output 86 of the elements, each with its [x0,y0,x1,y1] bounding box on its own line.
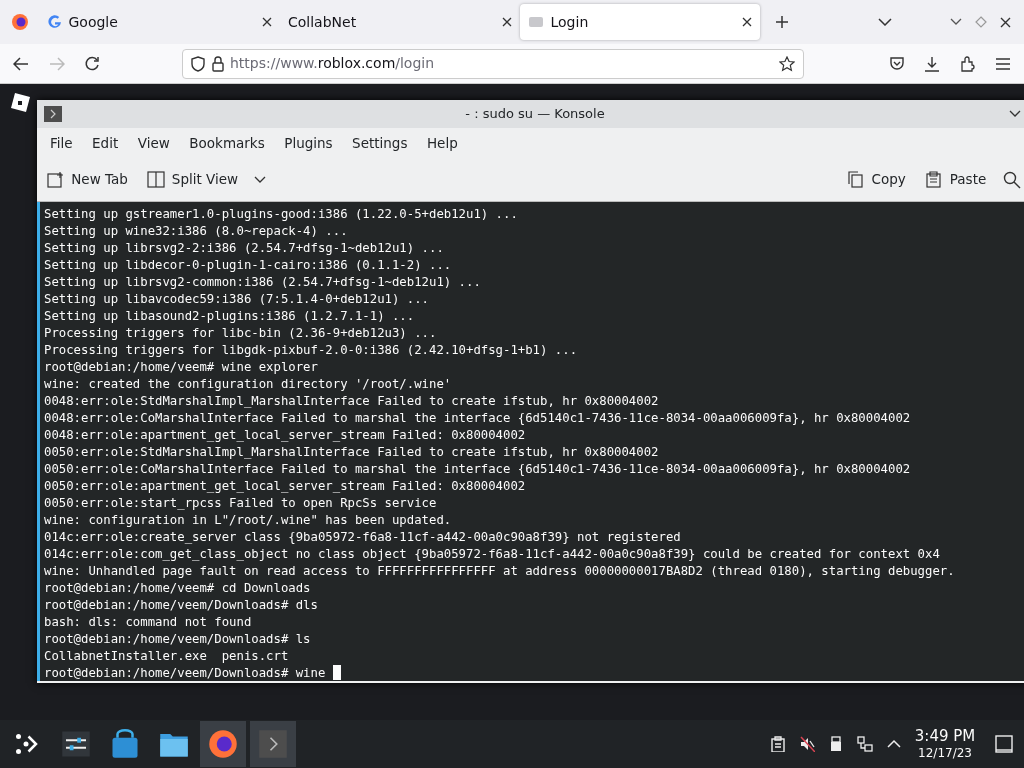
terminal-line: Setting up libdecor-0-plugin-1-cairo:i386 (0.1.1-2) ... [44,257,452,274]
terminal-line: wine: created the configuration directory '/root/.wine' [44,376,452,393]
terminal-line: root@debian:/home/veem# cd Downloads [44,580,311,597]
tab-list-icon[interactable] [877,18,892,26]
menu-item[interactable]: Settings [345,132,414,154]
terminal-line: Setting up gstreamer1.0-plugins-good:i386 (1.22.0-5+deb12u1) ... [44,206,518,223]
terminal-icon [257,729,288,759]
extensions-icon[interactable] [959,55,976,72]
network-icon[interactable] [856,736,873,752]
terminal-line: Processing triggers for libgdk-pixbuf-2.0-0:i386 (2.42.10+dfsg-1+b1) ... [44,342,578,359]
menu-item[interactable]: Plugins [277,132,340,154]
minimize-icon[interactable] [950,18,962,26]
logo-icon [9,92,31,114]
search-icon[interactable] [1002,170,1021,189]
page-icon [528,15,544,29]
clock[interactable]: 3:49 PM 12/17/23 [914,727,976,761]
tab-title: Google [68,12,119,32]
terminal-line: wine: Unhandled page fault on read access to FFFFFFFFFFFFFFFF at address 00000000017BA8D2 (thread 0180), starting debugger. [44,563,955,580]
terminal-line: root@debian:/home/veem# wine explorer [44,359,318,376]
terminal-line: 0050:err:ole:apartment_get_local_server_stream Failed: 0x80004002 [44,478,526,495]
lock-icon [211,55,224,72]
url-text: https://www.roblox.com/login [230,54,436,73]
paste-icon [925,171,944,188]
window-title: - : sudo su — Konsole [464,105,606,124]
toolbar-button[interactable]: Split View [144,166,242,193]
terminal-line: Setting up libasound2-plugins:i386 (1.2.7.1-1) ... [44,308,415,325]
close-icon[interactable] [262,17,272,27]
terminal-line: 014c:err:ole:create_server class {9ba05972-f6a8-11cf-a442-00a0c90a8f39} not registered [44,529,681,546]
terminal-line: bash: dls: command not found [44,614,252,631]
sliders-icon [60,729,91,759]
browser-tab[interactable]: Google [40,4,280,40]
terminal-line: root@debian:/home/veem/Downloads# ls [44,631,311,648]
star-icon[interactable] [779,55,795,72]
address-bar[interactable]: https://www.roblox.com/login [182,48,804,79]
toolbar-button[interactable]: New Tab [43,166,132,193]
terminal-line: 0048:err:ole:CoMarshalInterface Failed to marshal the interface {6d5140c1-7436-11ce-8034-00aa006009fa}, hr 0x80004002 [44,410,911,427]
terminal-line: CollabnetInstaller.exe penis.crt [44,648,289,665]
terminal-line: 014c:err:ole:com_get_class_object no class object {9ba05972-f6a8-11cf-a442-00a0c90a8f39} could be created for context 0x4 [44,546,940,563]
toolbar-button[interactable]: Copy [843,166,910,193]
close-icon[interactable] [1000,16,1011,28]
download-icon[interactable] [924,55,940,72]
terminal-line: Processing triggers for libc-bin (2.36-9+deb12u3) ... [44,325,437,342]
new-tab-icon [46,171,65,188]
split-view-icon [147,171,166,188]
menu-item[interactable]: Edit [85,132,125,154]
browser-logo-icon [208,729,239,759]
pocket-icon[interactable] [888,55,905,72]
terminal-line: Setting up librsvg2-2:i386 (2.54.7+dfsg-1~deb12u1) ... [44,240,444,257]
reload-icon[interactable] [84,55,100,72]
browser-tab[interactable]: CollabNet [280,4,520,40]
close-icon[interactable] [742,17,752,27]
browser-tab[interactable]: Login [520,4,760,40]
muted-speaker-icon[interactable] [798,736,815,752]
terminal-line: 0048:err:ole:apartment_get_local_server_stream Failed: 0x80004002 [44,427,526,444]
menu-item[interactable]: Help [420,132,465,154]
minimize-icon[interactable] [1008,110,1021,118]
shield-icon [191,55,205,72]
terminal-line: Setting up libavcodec59:i386 (7:5.1.4-0+deb12u1) ... [44,291,429,308]
show-desktop-icon[interactable] [994,735,1013,753]
menu-item[interactable]: File [43,132,80,154]
terminal-line: wine: configuration in L"/root/.wine" has been updated. [44,512,452,529]
menu-icon[interactable] [995,56,1011,71]
toolbar-button[interactable]: Paste [922,166,990,193]
terminal-line: Setting up wine32:i386 (8.0~repack-4) ... [44,223,348,240]
back-icon[interactable] [13,56,29,71]
terminal-line: root@debian:/home/veem/Downloads# wine [44,665,341,681]
tab-title: CollabNet [288,12,358,32]
close-icon[interactable] [502,17,512,27]
copy-icon [847,171,866,188]
browser-logo-icon[interactable] [11,13,29,31]
text-cursor [332,665,341,680]
menu-item[interactable]: Bookmarks [182,132,272,154]
terminal-line: 0048:err:ole:StdMarshalImpl_MarshalInterface Failed to create ifstub, hr 0x80004002 [44,393,659,410]
terminal-line: root@debian:/home/veem/Downloads# dls [44,597,318,614]
taskbar-app[interactable] [200,721,247,767]
dropdown-icon[interactable] [254,175,267,184]
menu-item[interactable]: View [131,132,177,154]
tab-title: Login [550,12,590,32]
terminal-line: Setting up librsvg2-common:i386 (2.54.7+dfsg-1~deb12u1) ... [44,274,481,291]
terminal-icon [43,106,62,122]
terminal-line: 0050:err:ole:CoMarshalInterface Failed to marshal the interface {6d5140c1-7436-11ce-8034-00aa006009fa}, hr 0x80004002 [44,461,911,478]
terminal-line: 0050:err:ole:StdMarshalImpl_MarshalInterface Failed to create ifstub, hr 0x80004002 [44,444,659,461]
google-icon [48,15,62,29]
terminal-line: 0050:err:ole:start_rpcss Failed to open RpcSs service [44,495,437,512]
new-tab-icon[interactable] [775,15,789,29]
clipboard-icon[interactable] [769,736,786,752]
